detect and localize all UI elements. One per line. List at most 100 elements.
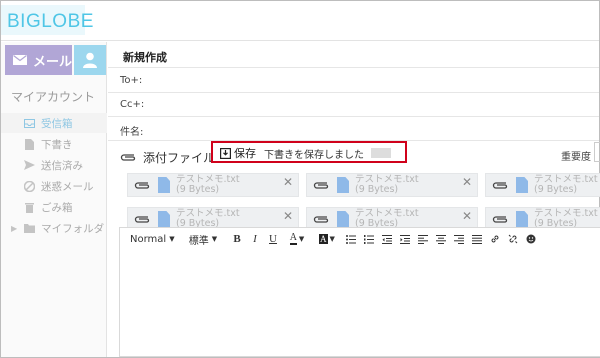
attach-file-button[interactable]: 添付ファイル: [120, 148, 215, 166]
align-left-icon[interactable]: [414, 228, 432, 250]
sidebar-item-sent[interactable]: 送信済み: [1, 155, 107, 175]
numbered-list-icon[interactable]: [360, 228, 378, 250]
attachment-list: テストメモ.txt (9 Bytes) ✕ テストメモ.txt (9 Bytes) …: [127, 173, 600, 228]
attach-file-label: 添付ファイル: [143, 150, 216, 165]
expand-arrow-icon[interactable]: ▶: [11, 224, 17, 233]
top-bar: BIGLOBE: [1, 1, 599, 41]
paperclip-icon: [128, 208, 156, 228]
paperclip-icon: [120, 154, 136, 161]
attachment-text: テストメモ.txt (9 Bytes): [176, 209, 240, 229]
attachment-size: (9 Bytes): [534, 184, 578, 195]
file-icon: [337, 177, 349, 193]
emoji-icon[interactable]: [522, 228, 540, 250]
font-size-select[interactable]: 標準 ▼: [178, 228, 228, 250]
bg-color-glyph: A: [319, 234, 328, 244]
attachment-item[interactable]: テストメモ.txt(9 Bytes) ✕: [127, 207, 299, 228]
attachment-text: テストメモ.txt (9 Bytes): [355, 175, 419, 195]
format-select[interactable]: Normal ▼: [120, 228, 178, 250]
user-button[interactable]: [74, 45, 106, 75]
file-icon: [158, 177, 170, 193]
draft-icon: [23, 138, 35, 150]
paperclip-icon: [307, 174, 335, 196]
to-label[interactable]: To+:: [120, 75, 142, 86]
caret-down-icon: ▼: [298, 235, 305, 243]
mail-button-label: メール: [33, 54, 73, 70]
importance-select[interactable]: [594, 142, 600, 162]
sidebar-item-label: 送信済み: [41, 159, 83, 172]
paperclip-icon: [307, 208, 335, 228]
save-icon: [220, 147, 231, 159]
save-button[interactable]: 保存: [220, 145, 256, 161]
save-area: 保存 下書きを保存しました: [220, 145, 391, 161]
sidebar-item-label: マイフォルダ: [41, 222, 105, 235]
editor-toolbar: Normal ▼ 標準 ▼ B I U A ▼ A ▼: [119, 227, 600, 251]
sidebar-item-label: 迷惑メール: [41, 180, 94, 193]
file-icon: [516, 211, 528, 227]
sent-icon: [23, 160, 35, 170]
attachment-size: (9 Bytes): [176, 184, 220, 195]
importance-label: 重要度: [561, 152, 591, 163]
sidebar-item-label: 受信箱: [41, 117, 73, 130]
align-justify-icon[interactable]: [468, 228, 486, 250]
link-icon[interactable]: [486, 228, 504, 250]
outdent-icon[interactable]: [378, 228, 396, 250]
italic-button[interactable]: I: [246, 228, 264, 250]
sidebar-item-inbox[interactable]: 受信箱: [1, 113, 107, 133]
folder-icon: [23, 223, 35, 233]
sidebar-item-trash[interactable]: ごみ箱: [1, 197, 107, 217]
bullet-list-icon[interactable]: [342, 228, 360, 250]
sidebar-item-label: ごみ箱: [41, 201, 73, 214]
underline-button[interactable]: U: [264, 228, 282, 250]
remove-attachment-icon[interactable]: ✕: [283, 209, 293, 223]
biglobe-logo[interactable]: BIGLOBE: [7, 11, 94, 33]
divider: [108, 67, 599, 68]
message-body-editor[interactable]: [119, 250, 600, 357]
caret-down-icon: ▼: [211, 235, 218, 243]
attachment-item[interactable]: テストメモ.txt(9 Bytes) ✕: [485, 173, 600, 197]
trash-icon: [23, 202, 35, 213]
attachment-text: テストメモ.txt (9 Bytes): [534, 175, 598, 195]
sidebar-item-label: 下書き: [41, 138, 73, 151]
format-select-value: Normal: [130, 233, 167, 245]
remove-attachment-icon[interactable]: ✕: [283, 175, 293, 189]
save-status-message: 下書きを保存しました: [264, 149, 364, 161]
file-icon: [516, 177, 528, 193]
sidebar-item-spam[interactable]: 迷惑メール: [1, 176, 107, 196]
caret-down-icon: ▼: [169, 235, 175, 243]
align-right-icon[interactable]: [450, 228, 468, 250]
unlink-icon[interactable]: [504, 228, 522, 250]
font-size-select-value: 標準: [188, 235, 209, 247]
attachment-item[interactable]: テストメモ.txt(9 Bytes) ✕: [485, 207, 600, 228]
cc-label[interactable]: Cc+:: [120, 99, 144, 110]
paperclip-icon: [486, 174, 514, 196]
attachment-item[interactable]: テストメモ.txt(9 Bytes) ✕: [127, 173, 299, 197]
remove-attachment-icon[interactable]: ✕: [462, 175, 472, 189]
divider: [108, 92, 599, 93]
align-center-icon[interactable]: [432, 228, 450, 250]
envelope-icon: [13, 55, 27, 65]
attachment-text: テストメモ.txt (9 Bytes): [355, 209, 419, 229]
attachment-item[interactable]: テストメモ.txt(9 Bytes) ✕: [306, 173, 478, 197]
divider: [108, 116, 599, 117]
user-icon: [83, 52, 97, 68]
page-title: 新規作成: [123, 51, 167, 64]
file-icon: [158, 211, 170, 227]
inbox-icon: [23, 118, 35, 128]
my-account-link[interactable]: マイアカウント: [11, 88, 95, 105]
mail-button[interactable]: メール: [5, 45, 72, 75]
indent-icon[interactable]: [396, 228, 414, 250]
subject-label: 件名:: [120, 127, 144, 138]
file-icon: [337, 211, 349, 227]
remove-attachment-icon[interactable]: ✕: [462, 209, 472, 223]
attachment-text: テストメモ.txt (9 Bytes): [534, 209, 598, 229]
sidebar-item-myfolder[interactable]: ▶ マイフォルダ: [1, 218, 107, 238]
save-button-label: 保存: [234, 147, 256, 160]
attachment-item[interactable]: テストメモ.txt(9 Bytes) ✕: [306, 207, 478, 228]
background-color-button[interactable]: A ▼: [312, 228, 342, 250]
font-color-button[interactable]: A ▼: [282, 228, 312, 250]
font-color-glyph: A: [289, 232, 297, 245]
bold-button[interactable]: B: [228, 228, 246, 250]
attachment-size: (9 Bytes): [355, 184, 399, 195]
paperclip-icon: [486, 208, 514, 228]
sidebar-item-drafts[interactable]: 下書き: [1, 134, 107, 154]
